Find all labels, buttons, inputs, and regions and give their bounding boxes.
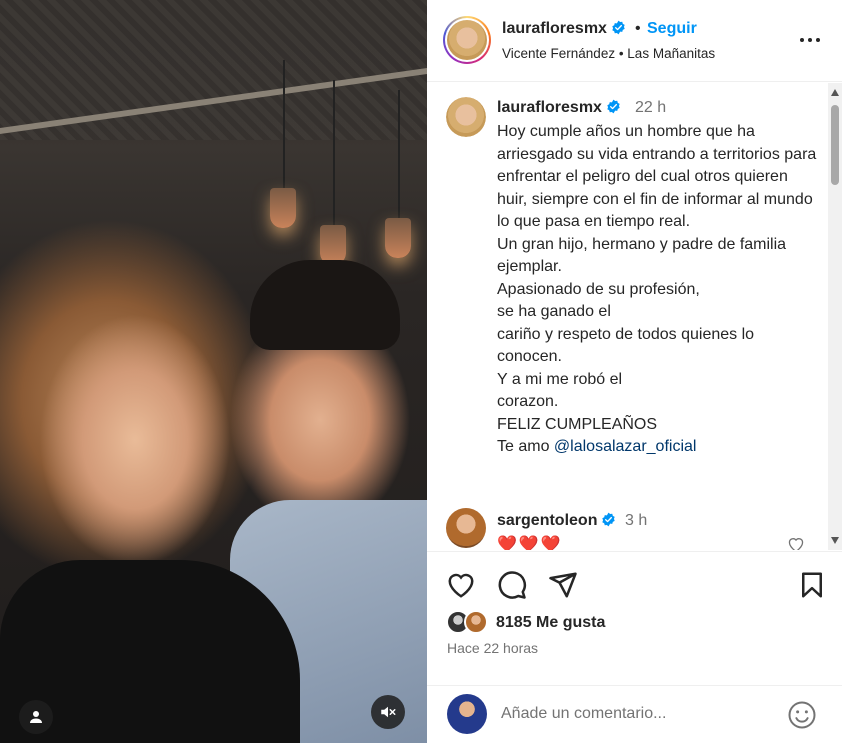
post-details-panel: laurafloresmx • Seguir Vicente Fernández… [427, 0, 842, 743]
post-photo[interactable] [0, 0, 427, 743]
likes-count[interactable]: 8185 Me gusta [496, 614, 605, 632]
verified-icon [612, 20, 625, 35]
user-tag-icon [30, 711, 42, 723]
comments-section: laurafloresmx 22 h Hoy cumple años un ho… [427, 83, 842, 550]
scroll-thumb[interactable] [831, 105, 839, 185]
verified-icon [602, 512, 616, 527]
caption-text: Hoy cumple años un hombre que ha arriesg… [497, 121, 817, 459]
comment-time[interactable]: 3 h [625, 512, 647, 530]
mute-button[interactable] [371, 695, 405, 729]
scroll-down-arrow[interactable] [831, 537, 839, 544]
avatar-image [446, 97, 486, 137]
comments-scrollbar[interactable] [828, 83, 842, 550]
comment-username-row: sargentoleon [497, 512, 616, 530]
liker-avatar [464, 610, 488, 634]
caption-avatar[interactable] [446, 97, 486, 137]
post-header: laurafloresmx • Seguir Vicente Fernández… [427, 0, 842, 82]
caption-username[interactable]: laurafloresmx [497, 99, 602, 116]
lamp [385, 218, 411, 258]
comment-input[interactable] [501, 700, 771, 728]
likers-avatars[interactable] [446, 610, 491, 634]
audio-track[interactable]: Vicente Fernández • Las Mañanitas [502, 46, 715, 61]
heart-icon[interactable] [446, 570, 476, 600]
user-tag-button[interactable] [19, 700, 53, 734]
scroll-up-arrow[interactable] [831, 89, 839, 96]
lamp-cord [283, 60, 285, 190]
more-options-icon[interactable] [798, 30, 822, 50]
mention-link[interactable]: @lalosalazar_oficial [554, 438, 697, 455]
comment-icon[interactable] [497, 570, 527, 600]
comment-text: ❤️❤️❤️ [497, 536, 563, 550]
comment-like-icon[interactable] [786, 535, 806, 550]
comment-avatar[interactable] [446, 508, 486, 548]
lamp [320, 225, 346, 265]
comment-username[interactable]: sargentoleon [497, 512, 597, 529]
caption-body: Hoy cumple años un hombre que ha arriesg… [497, 123, 817, 455]
post-actions: 8185 Me gusta Hace 22 horas [427, 551, 842, 691]
follow-button[interactable]: Seguir [647, 20, 697, 38]
caption-time[interactable]: 22 h [635, 99, 666, 117]
author-username[interactable]: laurafloresmx [502, 20, 607, 37]
photo-man-hair [250, 260, 400, 350]
current-user-avatar [447, 694, 487, 734]
header-separator: • [635, 20, 641, 37]
avatar-image [447, 20, 487, 60]
lamp [270, 188, 296, 228]
post-time-ago[interactable]: Hace 22 horas [447, 640, 538, 656]
comment-bar [427, 685, 842, 743]
caption-username-row: laurafloresmx [497, 99, 621, 117]
share-icon[interactable] [548, 570, 578, 600]
author-avatar[interactable] [443, 16, 491, 64]
lamp-cord [333, 80, 335, 230]
bookmark-icon[interactable] [797, 570, 827, 600]
emoji-icon[interactable] [787, 700, 817, 730]
verified-icon [607, 99, 620, 114]
lamp-cord [398, 90, 400, 220]
author-username-row: laurafloresmx [502, 20, 626, 38]
mute-icon [381, 706, 396, 718]
